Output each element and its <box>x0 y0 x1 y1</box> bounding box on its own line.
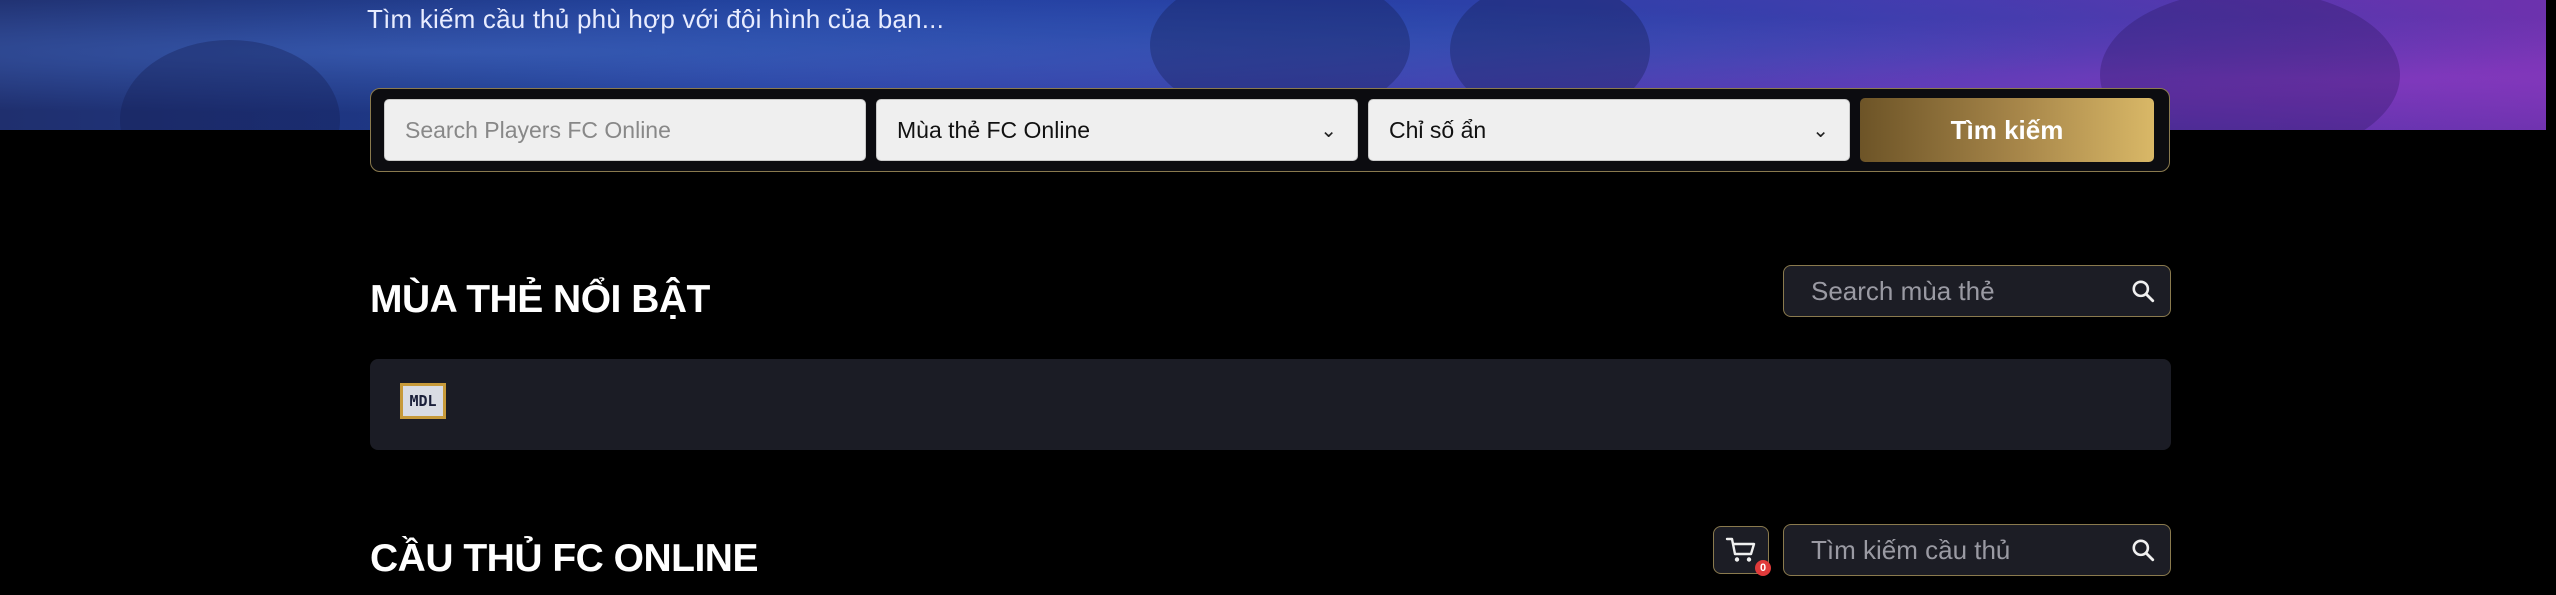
stat-select-value: Chỉ số ẩn <box>1389 116 1487 143</box>
player-search-bar: Search Players FC Online Mùa thẻ FC Onli… <box>370 88 2170 172</box>
chevron-down-icon: ⌄ <box>1812 119 1829 142</box>
featured-seasons-title: MÙA THẺ NỔI BẬT <box>370 278 710 321</box>
search-button[interactable]: Tìm kiếm <box>1860 98 2154 162</box>
player-search-input[interactable]: Search Players FC Online <box>384 99 866 161</box>
featured-seasons-list: MDL <box>370 359 2171 450</box>
season-badge-mdl[interactable]: MDL <box>400 383 446 419</box>
player-search-mini-placeholder: Tìm kiếm cầu thủ <box>1811 534 2011 565</box>
cart-icon <box>1725 537 1756 562</box>
player-search-mini-input[interactable]: Tìm kiếm cầu thủ <box>1783 524 2171 576</box>
season-search-input[interactable]: Search mùa thẻ <box>1783 265 2171 317</box>
season-select-value: Mùa thẻ FC Online <box>897 116 1091 143</box>
stat-select[interactable]: Chỉ số ẩn ⌄ <box>1368 99 1850 161</box>
cart-count-badge: 0 <box>1755 560 1771 576</box>
players-title: CẦU THỦ FC ONLINE <box>370 537 758 580</box>
cart-button[interactable]: 0 <box>1713 526 1771 576</box>
chevron-down-icon: ⌄ <box>1320 119 1337 142</box>
season-search-placeholder: Search mùa thẻ <box>1811 275 1995 306</box>
season-select[interactable]: Mùa thẻ FC Online ⌄ <box>876 99 1358 161</box>
search-icon[interactable] <box>2130 537 2156 563</box>
hero-subtitle: Tìm kiếm cầu thủ phù hợp với đội hình củ… <box>367 4 945 34</box>
search-icon[interactable] <box>2130 278 2156 304</box>
